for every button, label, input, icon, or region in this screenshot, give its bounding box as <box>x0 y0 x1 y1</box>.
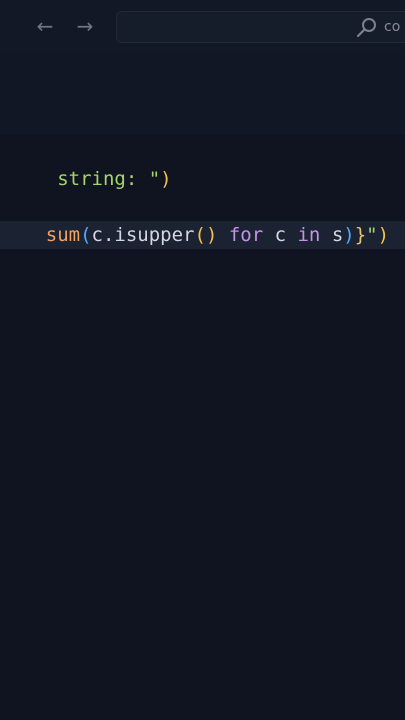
code-line[interactable]: string: ") <box>0 137 171 190</box>
code-token: for <box>217 224 264 246</box>
editor-tab-bar <box>0 54 405 134</box>
code-token: c.isupper <box>91 224 195 246</box>
code-token: sum <box>45 224 81 246</box>
code-token: s <box>320 224 344 246</box>
code-token: } <box>354 224 367 246</box>
code-token: string: <box>45 168 149 190</box>
code-token: c <box>263 224 298 246</box>
code-token: in <box>297 224 321 246</box>
code-token: ) <box>377 224 390 246</box>
code-token: " <box>148 168 161 190</box>
code-line[interactable]: sum(c.isupper() for c in s)}") <box>0 193 389 246</box>
title-bar: ← → co <box>0 0 405 54</box>
code-token: () <box>194 224 218 246</box>
forward-arrow-icon[interactable]: → <box>73 14 97 38</box>
code-token: ) <box>160 168 172 190</box>
code-editor[interactable]: string: ") sum(c.isupper() for c in s)}"… <box>0 54 405 720</box>
search-icon <box>356 18 376 38</box>
back-arrow-icon[interactable]: ← <box>33 14 57 38</box>
command-center[interactable]: co <box>116 11 405 43</box>
command-center-text: co <box>384 19 401 35</box>
code-token: ( <box>80 224 92 246</box>
code-token: ) <box>343 224 355 246</box>
code-token: " <box>366 224 378 246</box>
